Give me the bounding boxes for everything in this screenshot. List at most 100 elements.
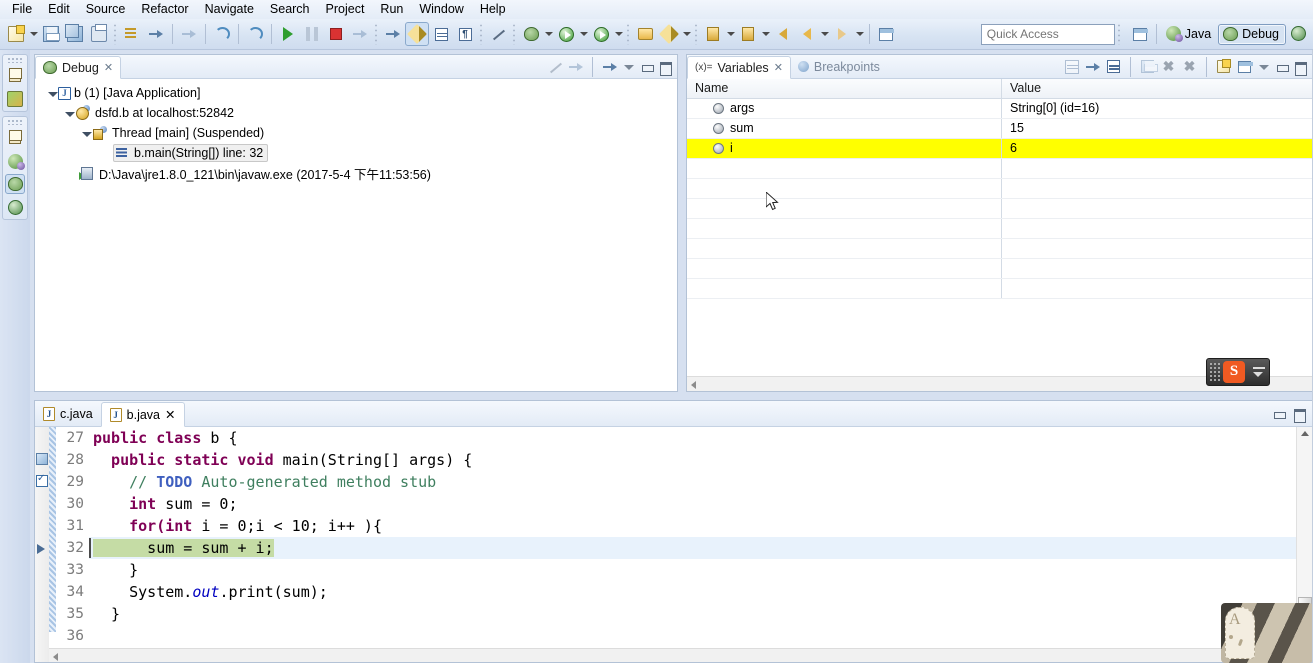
tab-variables[interactable]: (x)= Variables ✕: [687, 56, 791, 79]
editor-horizontal-scrollbar[interactable]: [49, 648, 1296, 662]
backward-icon[interactable]: [795, 22, 819, 46]
forward-dropdown-icon[interactable]: [854, 22, 865, 46]
code-line[interactable]: [89, 625, 1296, 647]
minimize-icon[interactable]: [1275, 60, 1289, 74]
perspective-other[interactable]: [1286, 23, 1313, 45]
code-line[interactable]: for(int i = 0;i < 10; i++ ){: [89, 515, 1296, 537]
collapse-expand-icon[interactable]: [1084, 58, 1101, 75]
fast-view-grip[interactable]: [7, 57, 23, 63]
tree-row[interactable]: D:\Java\jre1.8.0_121\bin\javaw.exe (2017…: [35, 163, 677, 183]
debug-perspective-icon[interactable]: [5, 174, 25, 194]
step-over-icon[interactable]: [243, 22, 267, 46]
tree-row[interactable]: J b (1) [Java Application]: [35, 83, 677, 103]
close-icon[interactable]: ✕: [165, 407, 175, 422]
open-type-icon[interactable]: [633, 22, 657, 46]
code-line[interactable]: int sum = 0;: [89, 493, 1296, 515]
menu-source[interactable]: Source: [78, 0, 134, 19]
tab-debug[interactable]: Debug ✕: [35, 56, 122, 79]
tab-c-java[interactable]: J c.java: [35, 401, 101, 426]
build-all-icon[interactable]: [120, 22, 144, 46]
new-editor-icon[interactable]: [874, 22, 898, 46]
back-icon[interactable]: [771, 22, 795, 46]
menu-navigate[interactable]: Navigate: [197, 0, 262, 19]
new-detail-pane-icon[interactable]: [1215, 58, 1232, 75]
remove-all-icon[interactable]: ✖: [1181, 58, 1198, 75]
lock-icon[interactable]: [1139, 58, 1158, 75]
annotation-ruler[interactable]: [35, 427, 49, 662]
twisty-icon[interactable]: [45, 87, 58, 100]
previous-annotation-icon[interactable]: [701, 22, 725, 46]
restore-icon[interactable]: [5, 66, 25, 86]
ime-minimize-icon[interactable]: [1253, 367, 1265, 369]
show-logical-structure-icon[interactable]: [1063, 58, 1080, 75]
menu-refactor[interactable]: Refactor: [133, 0, 196, 19]
previous-annotation-dropdown-icon[interactable]: [725, 22, 736, 46]
maximize-icon[interactable]: [658, 60, 672, 76]
run-icon[interactable]: [554, 22, 578, 46]
tab-b-java[interactable]: J b.java ✕: [100, 402, 185, 427]
forward-icon[interactable]: [830, 22, 854, 46]
twisty-icon[interactable]: [79, 127, 92, 140]
view-menu-icon[interactable]: [622, 60, 636, 74]
close-icon[interactable]: ✕: [774, 61, 783, 74]
last-edit-location-icon[interactable]: [177, 22, 201, 46]
next-annotation-dropdown-icon[interactable]: [760, 22, 771, 46]
skip-breakpoints-icon[interactable]: [486, 22, 510, 46]
backward-dropdown-icon[interactable]: [819, 22, 830, 46]
run-dropdown-icon[interactable]: [578, 22, 589, 46]
debug-icon[interactable]: [519, 22, 543, 46]
remove-all-terminated-icon[interactable]: [546, 58, 563, 75]
new-java-class-icon[interactable]: [657, 22, 681, 46]
terminate-icon[interactable]: [324, 22, 348, 46]
tab-breakpoints[interactable]: Breakpoints: [791, 55, 887, 78]
marker-icon[interactable]: [405, 22, 429, 46]
maximize-icon[interactable]: [1293, 60, 1307, 76]
minimize-icon[interactable]: [1272, 407, 1286, 421]
menu-run[interactable]: Run: [372, 0, 411, 19]
next-annotation-icon[interactable]: [736, 22, 760, 46]
resume-icon[interactable]: [276, 22, 300, 46]
tree-row[interactable]: dsfd.b at localhost:52842: [35, 103, 677, 123]
ime-menu-icon[interactable]: [1253, 372, 1263, 377]
code-line[interactable]: }: [89, 559, 1296, 581]
ime-logo-icon[interactable]: S: [1223, 361, 1245, 383]
close-icon[interactable]: ✕: [104, 61, 113, 74]
tree-row-selected[interactable]: b.main(String[]) line: 32: [35, 143, 677, 163]
variable-value[interactable]: String[0] (id=16): [1002, 99, 1312, 118]
skip-all-breakpoints-icon[interactable]: [210, 22, 234, 46]
table-row-empty[interactable]: [687, 199, 1312, 219]
new-java-class-dropdown-icon[interactable]: [681, 22, 692, 46]
column-header-name[interactable]: Name: [687, 79, 1002, 98]
code-line-current[interactable]: sum = sum + i;: [89, 537, 1296, 559]
code-line[interactable]: // TODO Auto-generated method stub: [89, 471, 1296, 493]
ime-drag-handle[interactable]: [1209, 362, 1221, 382]
save-icon[interactable]: [39, 22, 63, 46]
view-menu-icon[interactable]: [1257, 60, 1271, 74]
menu-window[interactable]: Window: [411, 0, 471, 19]
table-row-empty[interactable]: [687, 239, 1312, 259]
globe-perspective-icon[interactable]: [5, 197, 25, 217]
disconnect-icon[interactable]: [348, 22, 372, 46]
show-table-icon[interactable]: [429, 22, 453, 46]
code-line[interactable]: System.out.print(sum);: [89, 581, 1296, 603]
java-perspective-icon[interactable]: [5, 151, 25, 171]
external-tools-dropdown-icon[interactable]: [613, 22, 624, 46]
relaunch-icon[interactable]: [567, 58, 584, 75]
restore-icon[interactable]: [5, 128, 25, 148]
step-into-icon[interactable]: [381, 22, 405, 46]
table-row-empty[interactable]: [687, 279, 1312, 299]
new-wizard-icon[interactable]: [4, 22, 28, 46]
tree-row[interactable]: Thread [main] (Suspended): [35, 123, 677, 143]
debug-dropdown-icon[interactable]: [543, 22, 554, 46]
code-line[interactable]: public static void main(String[] args) {: [89, 449, 1296, 471]
package-explorer-icon[interactable]: [5, 89, 25, 109]
external-tools-icon[interactable]: [589, 22, 613, 46]
save-all-icon[interactable]: [63, 22, 87, 46]
variable-value[interactable]: 15: [1002, 119, 1312, 138]
twisty-icon[interactable]: [62, 107, 75, 120]
table-row-highlighted[interactable]: i 6: [687, 139, 1312, 159]
table-row-empty[interactable]: [687, 179, 1312, 199]
menu-file[interactable]: File: [4, 0, 40, 19]
breakpoint-marker-icon[interactable]: [36, 453, 48, 465]
perspective-java[interactable]: Java: [1161, 23, 1218, 45]
